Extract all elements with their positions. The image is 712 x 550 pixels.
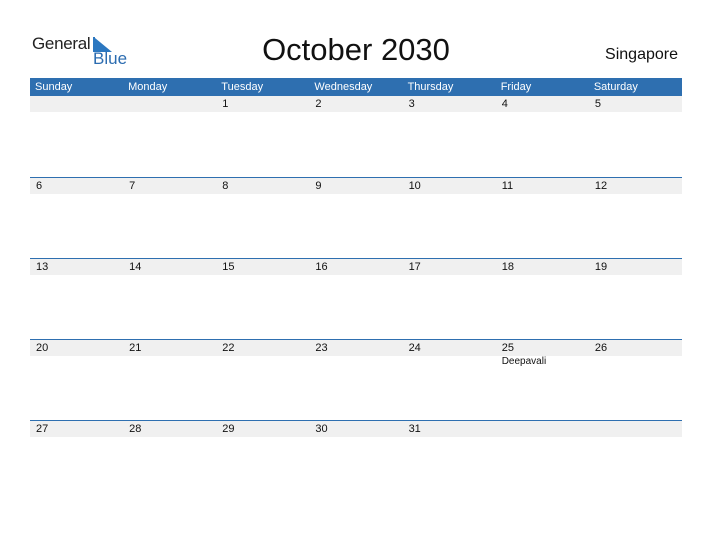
day-number: 14 xyxy=(129,261,142,273)
day-number: 22 xyxy=(222,342,235,354)
day-number: 19 xyxy=(594,261,608,273)
day-number xyxy=(123,96,216,112)
day-number: 13 xyxy=(36,261,49,273)
day-number: 1 xyxy=(222,98,229,110)
day-number: 2 xyxy=(315,98,322,110)
country-label: Singapore xyxy=(605,46,678,63)
week-row: 6 7 8 9 10 11 12 xyxy=(30,177,682,258)
day-number: 20 xyxy=(36,342,49,354)
day-number: 23 xyxy=(315,342,328,354)
date-strip: 27 28 29 30 31 xyxy=(30,421,682,437)
weekday-thursday: Thursday xyxy=(407,81,454,93)
day-number: 12 xyxy=(594,180,608,192)
day-number: 16 xyxy=(315,261,328,273)
day-number xyxy=(30,96,123,112)
day-number: 25 xyxy=(501,342,514,354)
weekday-wednesday: Wednesday xyxy=(314,81,373,93)
day-number: 26 xyxy=(594,342,608,354)
holiday-label xyxy=(589,356,682,368)
day-number: 30 xyxy=(315,423,328,435)
week-row: 27 28 29 30 31 xyxy=(30,420,682,501)
weekday-header: Sunday Monday Tuesday Wednesday Thursday… xyxy=(30,78,682,96)
weeks-container: 1 2 3 4 5 6 7 8 9 10 11 12 13 14 15 16 17 18 19 20 21 22 23 24 2… xyxy=(30,96,682,501)
day-number: 31 xyxy=(408,423,421,435)
day-number: 17 xyxy=(408,261,421,273)
day-number: 5 xyxy=(594,98,601,110)
day-number: 11 xyxy=(501,180,514,192)
holiday-label xyxy=(403,356,496,368)
day-number: 28 xyxy=(129,423,142,435)
holiday-label xyxy=(30,356,123,368)
day-number: 6 xyxy=(36,180,43,192)
weekday-sunday: Sunday xyxy=(35,81,73,93)
weekday-saturday: Saturday xyxy=(593,81,638,93)
holiday-label: Deepavali xyxy=(501,356,547,367)
week-row: 20 21 22 23 24 25 26 Deepavali xyxy=(30,339,682,420)
holiday-label xyxy=(309,356,402,368)
date-strip: 6 7 8 9 10 11 12 xyxy=(30,178,682,194)
day-number: 29 xyxy=(222,423,235,435)
week-row: 1 2 3 4 5 xyxy=(30,96,682,177)
holiday-strip: Deepavali xyxy=(30,356,682,368)
day-number: 21 xyxy=(129,342,142,354)
day-number: 8 xyxy=(222,180,229,192)
day-number: 15 xyxy=(222,261,235,273)
day-number: 7 xyxy=(129,180,136,192)
date-strip: 20 21 22 23 24 25 26 xyxy=(30,340,682,356)
weekday-tuesday: Tuesday xyxy=(221,81,264,93)
holiday-label xyxy=(216,356,309,368)
holiday-label xyxy=(123,356,216,368)
week-row: 13 14 15 16 17 18 19 xyxy=(30,258,682,339)
day-number: 27 xyxy=(36,423,49,435)
date-strip: 1 2 3 4 5 xyxy=(30,96,682,112)
weekday-monday: Monday xyxy=(128,81,168,93)
day-number: 18 xyxy=(501,261,514,273)
day-number: 3 xyxy=(408,98,415,110)
day-number: 24 xyxy=(408,342,421,354)
date-strip: 13 14 15 16 17 18 19 xyxy=(30,259,682,275)
day-number xyxy=(589,421,682,437)
day-number: 9 xyxy=(315,180,322,192)
day-number xyxy=(496,421,589,437)
day-number: 10 xyxy=(408,180,421,192)
calendar-grid: Sunday Monday Tuesday Wednesday Thursday… xyxy=(30,78,682,501)
day-number: 4 xyxy=(501,98,508,110)
weekday-friday: Friday xyxy=(500,81,532,93)
